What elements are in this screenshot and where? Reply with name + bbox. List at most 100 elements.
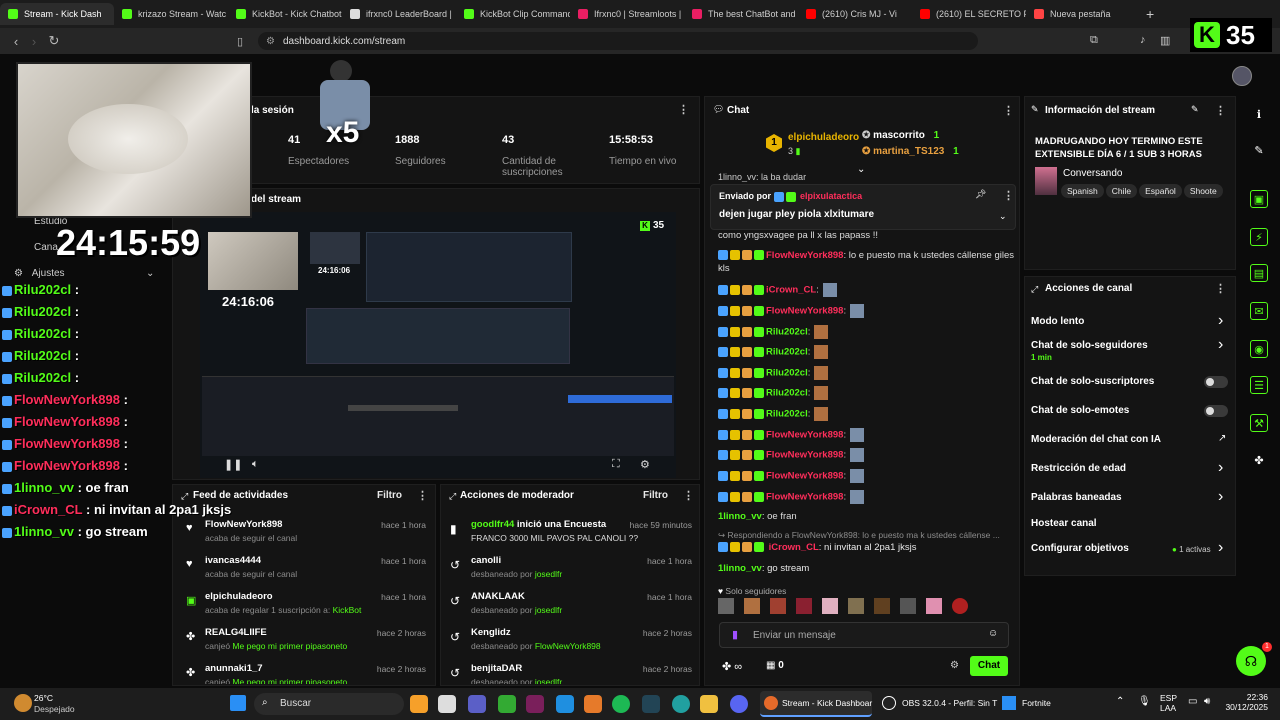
broadcast-icon[interactable]: ◉ (1250, 340, 1268, 358)
channel-action-item[interactable]: Hostear canal (1026, 514, 1234, 536)
chat-username[interactable]: FlowNewYork898 (766, 450, 843, 461)
gifter-2[interactable]: ✪ mascorrito 1 (862, 130, 939, 141)
browser-tab[interactable]: krizazo Stream - Watc (114, 3, 228, 25)
chat-more-icon[interactable]: ⋮ (1003, 104, 1014, 117)
address-bar[interactable]: ⚙ dashboard.kick.com/stream (258, 32, 978, 50)
outlook-icon[interactable] (556, 695, 574, 713)
chat-username[interactable]: FlowNewYork898 (766, 492, 843, 503)
emote-2[interactable] (744, 598, 760, 614)
chat-username[interactable]: Rilu202cl (766, 388, 808, 399)
channel-action-item[interactable]: Modo lento › (1026, 312, 1234, 334)
copilot-icon[interactable] (410, 695, 428, 713)
forward-icon[interactable]: › (24, 34, 44, 49)
chat-username[interactable]: 1linno_vv (718, 511, 762, 522)
browser-tab[interactable]: ifrxnc0 LeaderBoard | (342, 3, 456, 25)
activity-item[interactable]: ♥ FlowNewYork898 acaba de seguir el canal h… (172, 518, 436, 552)
leaderboard-collapse-icon[interactable]: ⌄ (857, 164, 865, 175)
pause-icon[interactable]: ❚❚ (224, 458, 242, 471)
channel-action-item[interactable]: Palabras baneadas › (1026, 488, 1234, 510)
mod-action-item[interactable]: ▮ goodlfr44 inició una Encuesta FRANCO 300… (440, 518, 700, 552)
network-icon[interactable]: ▭ (1188, 696, 1197, 707)
site-info-icon[interactable]: ⚙ (266, 36, 275, 47)
channel-action-item[interactable]: Moderación del chat con IA ↗ (1026, 430, 1234, 452)
list-icon[interactable]: ☰ (1250, 376, 1268, 394)
sidebar-item-ajustes[interactable]: ⚙ Ajustes ⌄ (14, 268, 164, 279)
reload-icon[interactable]: ↻ (44, 33, 64, 49)
edit-rail-icon[interactable]: ✎ (1250, 142, 1268, 160)
channel-action-item[interactable]: Configurar objetivos › ● 1 activas (1026, 539, 1234, 561)
screen-rail-icon[interactable]: ▣ (1250, 190, 1268, 208)
activity-item[interactable]: ▣ elpichuladeoro acaba de regalar 1 suscri… (172, 590, 436, 624)
stream-preview-video[interactable]: 24:16:06 24:16:06 K 35 ❚❚ 🔈︎ ⛶ ⚙ (200, 212, 676, 478)
edge-icon[interactable] (672, 695, 690, 713)
help-headset-icon[interactable]: ☊ (1236, 646, 1266, 676)
emote-7[interactable] (874, 598, 890, 614)
volume-icon[interactable]: 🔈︎ (252, 458, 259, 471)
toggle-switch[interactable] (1204, 405, 1228, 417)
session-more-icon[interactable]: ⋮ (678, 103, 689, 116)
browser-tab[interactable]: KickBot - Kick Chatbot (228, 3, 342, 25)
chat-username[interactable]: iCrown_CL (766, 285, 816, 296)
mod-action-item[interactable]: ↺ ANAKLAAK desbaneado por josedlfr hace 1 h… (440, 590, 700, 624)
music-icon[interactable]: ♪ (1140, 34, 1146, 46)
taskbar-app-obs[interactable]: OBS 32.0.4 - Perfil: Sin T (878, 691, 997, 717)
taskbar-app-kick[interactable]: Stream - Kick Dashboar (760, 691, 872, 717)
channel-action-item[interactable]: Chat de solo-seguidores 1 min › (1026, 336, 1234, 362)
discord-icon[interactable] (730, 695, 748, 713)
mod-action-item[interactable]: ↺ benjitaDAR desbaneado por josedlfr hace 2… (440, 662, 700, 684)
chat-username[interactable]: FlowNewYork898 (766, 306, 843, 317)
activity-item[interactable]: ✤ anunnaki1_7 canjeó Me pego mi primer pip… (172, 662, 436, 684)
browser-tab[interactable]: Ifrxnc0 | Streamloots | (570, 3, 684, 25)
windows-start-icon[interactable] (230, 695, 246, 711)
nvidia-icon[interactable] (498, 695, 516, 713)
chat-username[interactable]: Rilu202cl (766, 347, 808, 358)
chat-username[interactable]: Rilu202cl (766, 368, 808, 379)
activity-item[interactable]: ♥ ivancas4444 acaba de seguir el canal hace… (172, 554, 436, 588)
chat-users[interactable]: ▦ 0 (766, 660, 784, 671)
doc-icon[interactable]: ▤ (1250, 264, 1268, 282)
channel-actions-more-icon[interactable]: ⋮ (1215, 282, 1226, 295)
top-gifter-name[interactable]: elpichuladeoro (788, 132, 859, 143)
browser-tab[interactable]: (2610) Cris MJ - Vi (798, 3, 912, 25)
chat-username[interactable]: FlowNewYork898 (766, 430, 843, 441)
channel-action-item[interactable]: Restricción de edad › (1026, 459, 1234, 481)
bolt-icon[interactable]: ⚡︎ (1250, 228, 1268, 246)
volume-tray-icon[interactable]: 🔊︎ (1204, 696, 1210, 707)
new-tab-button[interactable]: + (1146, 6, 1154, 22)
spotify-icon[interactable] (612, 695, 630, 713)
steam-icon[interactable] (642, 695, 660, 713)
taskbar-app-fortnite[interactable]: Fortnite (998, 691, 1078, 717)
lang-indicator[interactable]: ESP LAA (1160, 693, 1177, 713)
extensions-icon[interactable]: ⧉ (1090, 34, 1098, 47)
chat-tools-icon[interactable]: ✤ ∞ (722, 660, 742, 673)
emote-4[interactable] (796, 598, 812, 614)
mic-icon[interactable]: 🎙︎ (1138, 696, 1151, 707)
edit-icon[interactable]: ✎ (1191, 104, 1199, 115)
bookmark-icon[interactable]: ▯ (230, 35, 250, 48)
mod-action-item[interactable]: ↺ canolli desbaneado por josedlfr hace 1 ho… (440, 554, 700, 588)
channel-action-item[interactable]: Chat de solo-suscriptores (1026, 372, 1234, 394)
taskbar-search[interactable]: ⌕ Buscar (254, 693, 404, 715)
user-avatar[interactable] (1232, 66, 1252, 86)
back-icon[interactable]: ‹ (6, 34, 26, 49)
apps-icon[interactable]: ✤ (1250, 452, 1268, 470)
emote-8[interactable] (900, 598, 916, 614)
browser-tab[interactable]: Nueva pestaña (1026, 3, 1140, 25)
browser-tab[interactable]: The best ChatBot and (684, 3, 798, 25)
mod-action-item[interactable]: ↺ Kenglidz desbaneado por FlowNewYork898 ha… (440, 626, 700, 660)
pinned-expand-icon[interactable]: ⌄ (999, 211, 1007, 222)
sidebar-icon[interactable]: ▥ (1160, 34, 1170, 47)
store-icon[interactable] (438, 695, 456, 713)
chat-settings-icon[interactable]: ⚙ (950, 660, 959, 671)
clock[interactable]: 22:36 30/12/2025 (1222, 692, 1268, 712)
sidebar-item-canal[interactable]: Cana (14, 242, 58, 253)
tray-chevron-icon[interactable]: ⌃ (1116, 696, 1124, 707)
chat-username[interactable]: FlowNewYork898 (766, 471, 843, 482)
emote-9[interactable] (926, 598, 942, 614)
emote-1[interactable] (718, 598, 734, 614)
wrench-icon[interactable]: ⚒ (1250, 414, 1268, 432)
browser-tab[interactable]: KickBot Clip Command (456, 3, 570, 25)
settings-icon[interactable]: ⚙ (640, 458, 650, 471)
stream-info-more-icon[interactable]: ⋮ (1215, 104, 1226, 117)
info-icon[interactable]: ℹ (1250, 106, 1268, 124)
